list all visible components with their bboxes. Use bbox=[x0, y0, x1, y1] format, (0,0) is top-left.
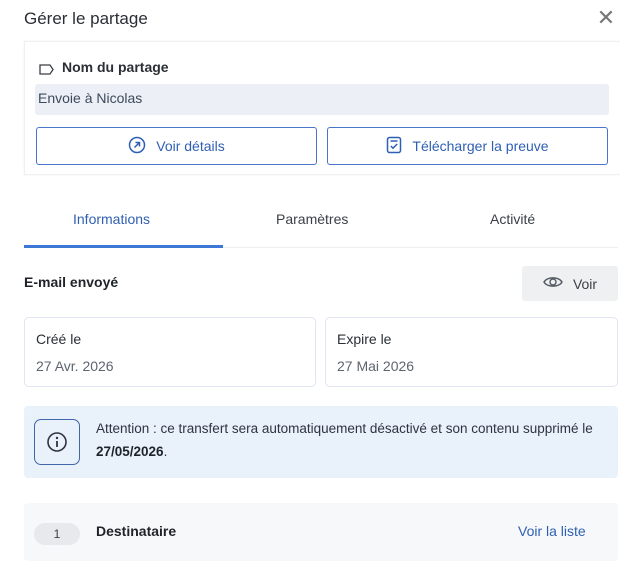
eye-icon bbox=[543, 275, 563, 292]
view-details-button[interactable]: Voir détails bbox=[36, 127, 317, 165]
share-name-field[interactable]: Envoie à Nicolas bbox=[35, 84, 609, 115]
alert-text-main: Attention : ce transfert sera automatiqu… bbox=[96, 421, 593, 436]
tab-parametres[interactable]: Paramètres bbox=[276, 211, 348, 227]
view-details-label: Voir détails bbox=[156, 138, 225, 154]
tab-informations[interactable]: Informations bbox=[73, 211, 150, 227]
expire-label: Expire le bbox=[337, 331, 392, 347]
tab-activite[interactable]: Activité bbox=[490, 211, 535, 227]
alert-text: Attention : ce transfert sera automatiqu… bbox=[96, 417, 606, 463]
see-list-link[interactable]: Voir la liste bbox=[518, 523, 586, 539]
view-email-label: Voir bbox=[572, 275, 598, 292]
receipt-check-icon bbox=[386, 136, 402, 157]
download-proof-label: Télécharger la preuve bbox=[412, 138, 549, 154]
arrow-up-right-circle-icon bbox=[128, 136, 146, 157]
active-tab-underline bbox=[24, 245, 223, 248]
expiry-alert: Attention : ce transfert sera automatiqu… bbox=[24, 406, 618, 478]
recipients-label: Destinataire bbox=[96, 523, 177, 539]
download-proof-button[interactable]: Télécharger la preuve bbox=[327, 127, 608, 165]
tab-bar: Informations Paramètres Activité bbox=[24, 200, 618, 248]
alert-text-end: . bbox=[163, 444, 168, 459]
email-sent-label: E-mail envoyé bbox=[24, 274, 119, 290]
tag-icon bbox=[39, 62, 54, 75]
share-name-label: Nom du partage bbox=[62, 59, 169, 75]
share-name-label-row: Nom du partage bbox=[39, 59, 169, 75]
alert-date: 27/05/2026 bbox=[96, 444, 164, 459]
expire-value: 27 Mai 2026 bbox=[337, 358, 415, 374]
share-card: Nom du partage Envoie à Nicolas Voir dét… bbox=[24, 41, 620, 175]
close-icon[interactable]: ✕ bbox=[596, 7, 616, 29]
dialog-title: Gérer le partage bbox=[24, 9, 148, 28]
expire-date-box: Expire le 27 Mai 2026 bbox=[325, 317, 618, 387]
recipients-row: 1 Destinataire Voir la liste bbox=[24, 503, 618, 561]
recipient-count-badge: 1 bbox=[34, 523, 80, 545]
view-email-button[interactable]: Voir bbox=[522, 266, 618, 301]
created-value: 27 Avr. 2026 bbox=[36, 358, 114, 374]
created-date-box: Créé le 27 Avr. 2026 bbox=[24, 317, 316, 387]
created-label: Créé le bbox=[36, 331, 82, 347]
info-icon bbox=[34, 419, 80, 465]
